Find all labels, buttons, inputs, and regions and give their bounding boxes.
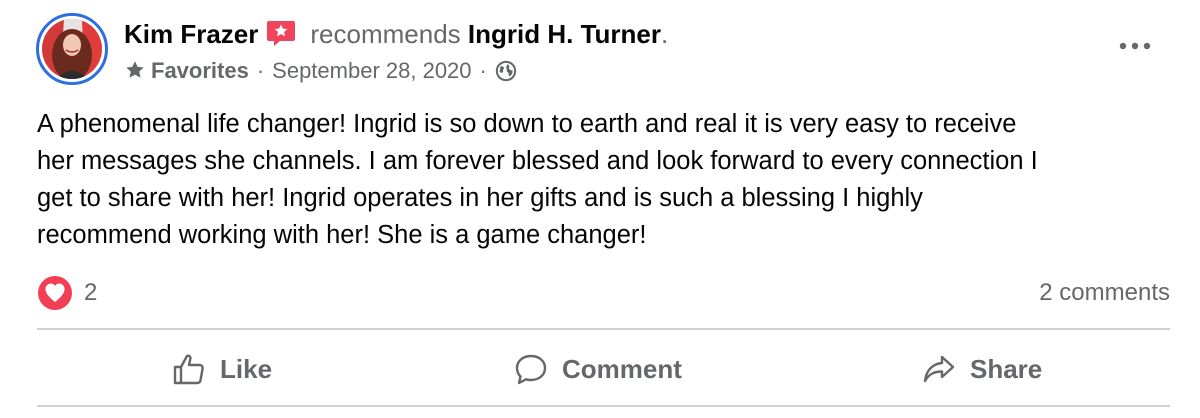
meta-separator: ·	[256, 58, 265, 83]
author-name-link[interactable]: Kim Frazer	[124, 19, 258, 49]
meta-separator: ·	[479, 58, 487, 83]
recommendation-star-badge-icon	[266, 19, 296, 47]
post-meta: Favorites · September 28, 2020 ·	[124, 57, 517, 85]
recommended-page-link[interactable]: Ingrid H. Turner	[468, 19, 661, 49]
share-button[interactable]: Share	[922, 346, 1042, 392]
post-date-link[interactable]: September 28, 2020	[272, 58, 471, 83]
avatar-photo	[42, 19, 102, 79]
divider	[37, 405, 1170, 407]
star-icon	[124, 59, 146, 81]
comment-label: Comment	[562, 353, 682, 384]
globe-icon[interactable]	[495, 60, 517, 82]
post-body-text: A phenomenal life changer! Ingrid is so …	[37, 110, 1038, 249]
share-label: Share	[970, 353, 1043, 384]
recommends-label: recommends	[310, 19, 461, 49]
more-options-icon[interactable]	[1118, 36, 1152, 56]
reaction-count[interactable]: 2	[84, 278, 97, 308]
post-header: Kim Frazer recommends Ingrid H. Turner.	[124, 18, 668, 50]
author-avatar[interactable]	[36, 13, 108, 85]
like-label: Like	[220, 353, 273, 384]
thumbs-up-icon	[173, 354, 204, 385]
like-button[interactable]: Like	[172, 346, 272, 392]
comments-count-link[interactable]: 2 comments	[1039, 278, 1170, 308]
love-reaction-icon[interactable]	[37, 275, 73, 311]
comment-bubble-icon	[515, 354, 547, 385]
post-card: Kim Frazer recommends Ingrid H. Turner. …	[0, 0, 1200, 418]
share-arrow-icon	[923, 355, 955, 383]
audience-favorites-link[interactable]: Favorites	[151, 58, 249, 83]
comment-button[interactable]: Comment	[514, 346, 682, 392]
divider	[37, 328, 1170, 330]
header-period: .	[660, 19, 669, 49]
profile-photo-icon	[42, 19, 102, 79]
